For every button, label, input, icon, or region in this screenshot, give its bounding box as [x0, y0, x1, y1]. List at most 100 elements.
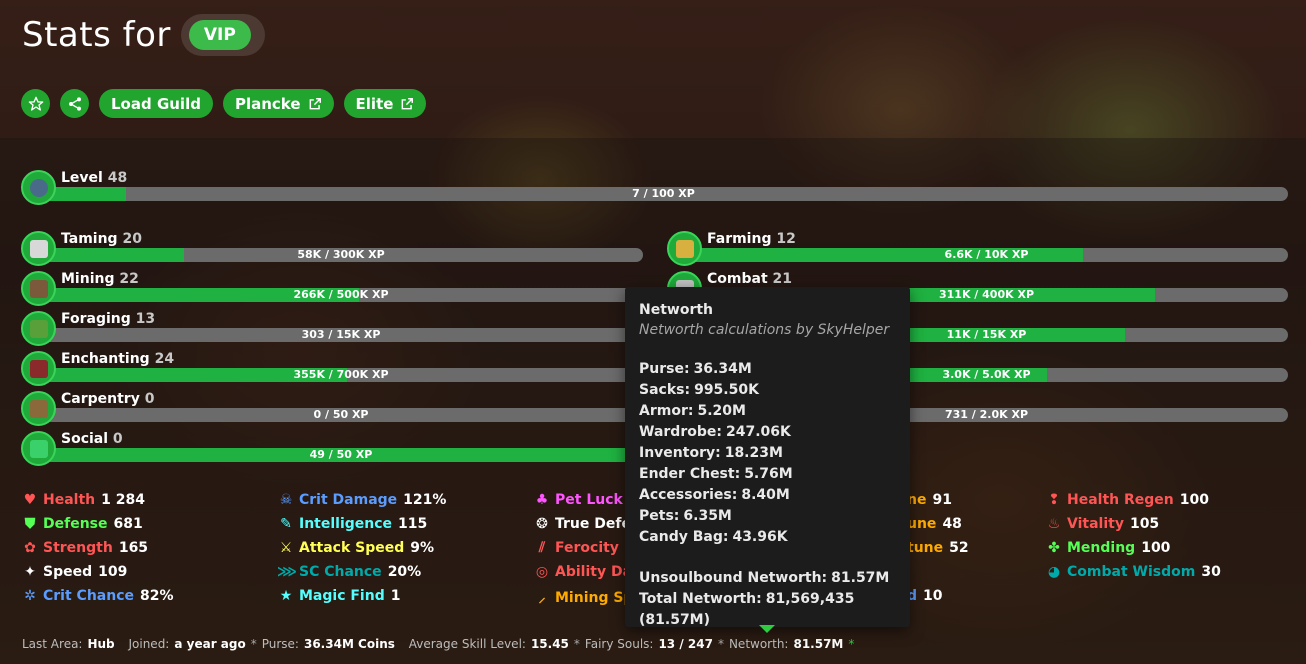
tooltip-row: Accessories: 8.40M	[639, 487, 790, 503]
skill-name: Carpentry	[61, 391, 140, 407]
skill-xp: 6.6K / 10K XP	[944, 248, 1029, 261]
shield-icon: ⛊	[24, 516, 36, 532]
stat-sc-chance[interactable]: ⋙ SC Chance 20%	[277, 564, 421, 580]
stat-value: 82%	[140, 588, 174, 604]
star-icon: ★	[279, 588, 293, 604]
skill-taming[interactable]: Taming 20 58K / 300K XP	[21, 231, 643, 271]
stat-mining-speed[interactable]: ⸝ Mining Sp	[533, 588, 634, 607]
tooltip-totals: Unsoulbound Networth: 81.57M Total Networ…	[639, 568, 896, 631]
avg-skill-value[interactable]: 15.45	[531, 637, 569, 651]
fairy-souls-label: Fairy Souls:	[584, 637, 654, 651]
star-icon	[28, 96, 43, 111]
stat-name: Ferocity	[555, 540, 619, 556]
stat-value: 1	[390, 588, 401, 604]
tooltip-row: Inventory: 18.23M	[639, 445, 783, 461]
attack-speed-icon: ⚔	[279, 540, 293, 556]
skill-progress: 58K / 300K XP	[39, 248, 643, 262]
skill-level: 21	[772, 271, 793, 287]
rank-badge: VIP	[188, 20, 251, 50]
stat-name: Speed	[43, 564, 93, 580]
stat-vitality[interactable]: ♨ Vitality 105	[1045, 516, 1159, 532]
skill-enchanting[interactable]: Enchanting 24 355K / 700K XP	[21, 351, 643, 391]
title-row: Stats for VIP	[22, 14, 265, 56]
level-xp: 7 / 100 XP	[632, 187, 695, 200]
skill-mining[interactable]: Mining 22 266K / 500K XP	[21, 271, 643, 311]
stat-true-defense[interactable]: ❂ True Defe	[533, 516, 631, 532]
stat-ferocity[interactable]: ⫽ Ferocity	[533, 540, 619, 556]
joined-label: Joined:	[128, 637, 170, 651]
stat-intelligence[interactable]: ✎ Intelligence 115	[277, 516, 427, 532]
skill-xp: 266K / 500K XP	[293, 288, 389, 301]
avg-skill-star: *	[573, 637, 580, 651]
stat-crit-chance[interactable]: ✲ Crit Chance 82%	[21, 588, 174, 604]
stat-hidden-c[interactable]: tune 52	[907, 540, 969, 556]
level-value: 48	[107, 170, 128, 186]
skill-xp: 355K / 700K XP	[293, 368, 389, 381]
stat-value: 100	[1179, 492, 1209, 508]
stat-strength[interactable]: ✿ Strength 165	[21, 540, 148, 556]
stat-hidden-b[interactable]: une 48	[907, 516, 962, 532]
stat-name: Mining Sp	[555, 589, 634, 606]
stat-ability-damage[interactable]: ◎ Ability Da	[533, 564, 632, 580]
stat-name: Attack Speed	[299, 540, 405, 556]
stat-hidden-a[interactable]: ne 91	[907, 492, 952, 508]
stat-health[interactable]: ♥ Health 1 284	[21, 492, 145, 508]
vitality-icon: ♨	[1047, 516, 1061, 532]
stat-value: 52	[949, 540, 969, 556]
rank-badge-container: VIP	[180, 14, 265, 56]
elite-button[interactable]: Elite	[343, 89, 427, 118]
stat-hidden-e[interactable]: d 10	[907, 588, 943, 604]
skill-foraging[interactable]: Foraging 13 303 / 15K XP	[21, 311, 643, 351]
skill-xp: 58K / 300K XP	[297, 248, 385, 261]
stat-value: 681	[113, 516, 143, 532]
level-name: Level	[61, 170, 103, 186]
skill-level: 24	[154, 351, 175, 367]
stat-attack-speed[interactable]: ⚔ Attack Speed 9%	[277, 540, 434, 556]
skill-social[interactable]: Social 0 49 / 50 XP	[21, 431, 643, 471]
avg-skill-label: Average Skill Level:	[408, 637, 526, 651]
stat-name: Magic Find	[299, 588, 385, 604]
action-bar: Load Guild Plancke Elite	[21, 89, 427, 118]
stat-health-regen[interactable]: ❢ Health Regen 100	[1045, 492, 1209, 508]
pickaxe-icon	[21, 271, 56, 306]
stat-name: Crit Damage	[299, 492, 398, 508]
tooltip-row: Armor: 5.20M	[639, 403, 746, 419]
emerald-icon	[21, 431, 56, 466]
stat-magic-find[interactable]: ★ Magic Find 1	[277, 588, 401, 604]
stat-value: 109	[98, 564, 128, 580]
skill-farming[interactable]: Farming 12 6.6K / 10K XP	[667, 231, 1288, 271]
skill-progress: 0 / 50 XP	[39, 408, 643, 422]
load-guild-button[interactable]: Load Guild	[99, 89, 213, 118]
skill-name: Mining	[61, 271, 115, 287]
stat-name: Crit Chance	[43, 588, 134, 604]
stat-speed[interactable]: ✦ Speed 109	[21, 564, 127, 580]
stat-pet-luck[interactable]: ♣ Pet Luck	[533, 492, 623, 508]
joined-value[interactable]: a year ago	[174, 637, 245, 651]
fairy-souls-value[interactable]: 13 / 247	[658, 637, 713, 651]
tooltip-row: Candy Bag: 43.96K	[639, 529, 788, 545]
sapling-icon	[21, 311, 56, 346]
skill-name: Farming	[707, 231, 772, 247]
stat-mending[interactable]: ✤ Mending 100	[1045, 540, 1170, 556]
skill-level: 22	[119, 271, 139, 287]
level-bar[interactable]: Level 48 7 / 100 XP	[21, 170, 1288, 210]
fairy-souls-star: *	[717, 637, 724, 651]
stat-value: 48	[942, 516, 962, 532]
stat-combat-wisdom[interactable]: ◕ Combat Wisdom 30	[1045, 564, 1221, 580]
skill-progress: 355K / 700K XP	[39, 368, 643, 382]
skill-carpentry[interactable]: Carpentry 0 0 / 50 XP	[21, 391, 643, 431]
stat-crit-damage[interactable]: ☠ Crit Damage 121%	[277, 492, 447, 508]
networth-label: Networth:	[728, 637, 789, 651]
stat-name: Combat Wisdom	[1067, 564, 1196, 580]
networth-value[interactable]: 81.57M	[793, 637, 843, 651]
stat-name: Intelligence	[299, 516, 393, 532]
heart-icon: ♥	[23, 492, 37, 508]
share-button[interactable]	[60, 89, 89, 118]
stat-value: 165	[118, 540, 149, 556]
tooltip-row: Purse: 36.34M	[639, 361, 752, 377]
favorite-button[interactable]	[21, 89, 50, 118]
stat-value: 30	[1201, 564, 1221, 580]
stat-value: 100	[1141, 540, 1171, 556]
plancke-button[interactable]: Plancke	[222, 89, 334, 118]
stat-defense[interactable]: ⛊ Defense 681	[21, 516, 143, 532]
